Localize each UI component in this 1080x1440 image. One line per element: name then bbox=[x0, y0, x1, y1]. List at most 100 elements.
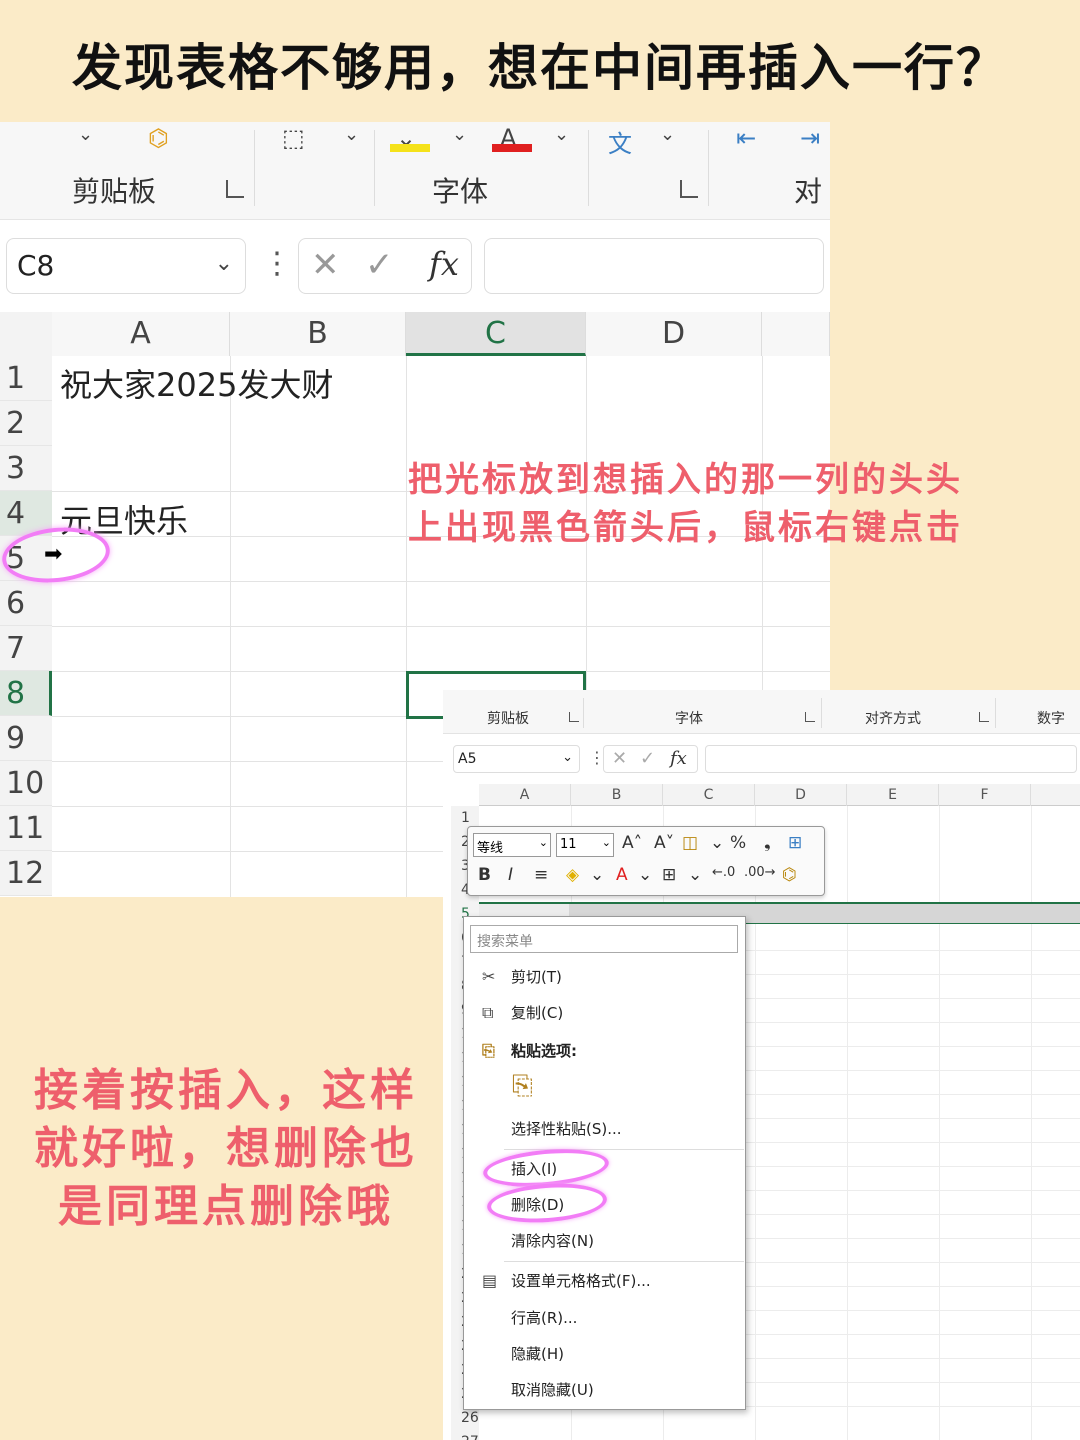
row-header-10[interactable]: 10 bbox=[0, 761, 52, 806]
row-header-6[interactable]: 6 bbox=[0, 581, 52, 626]
select-all-corner[interactable] bbox=[0, 312, 52, 356]
border-icon[interactable]: ⬚ bbox=[282, 124, 305, 152]
enter-icon[interactable]: ✓ bbox=[365, 245, 394, 285]
column-header-d[interactable]: D bbox=[755, 784, 847, 806]
column-header-c[interactable]: C bbox=[406, 312, 586, 356]
chevron-down-icon[interactable]: ⌄ bbox=[344, 124, 359, 145]
fill-color-icon[interactable]: ◈ bbox=[566, 865, 579, 885]
phonetic-icon[interactable]: 文 bbox=[608, 124, 632, 159]
menu-item-label: 粘贴选项: bbox=[511, 1042, 577, 1060]
dialog-launcher-icon[interactable] bbox=[805, 712, 815, 722]
ribbon-group-font: 字体 bbox=[432, 175, 489, 208]
name-box[interactable]: C8 ⌄ bbox=[6, 238, 246, 294]
percent-icon[interactable]: % bbox=[730, 833, 746, 853]
row-header-7[interactable]: 7 bbox=[0, 626, 52, 671]
chevron-down-icon[interactable]: ⌄ bbox=[554, 124, 569, 145]
increase-indent-icon[interactable]: ⇥ bbox=[800, 124, 820, 152]
mini-toolbar: 等线 ⌄ 11 ⌄ A˄ A˅ ◫ ⌄ % ❟ ⊞ B I ≡ ◈ ⌄ A ⌄ … bbox=[467, 826, 825, 896]
comma-style-icon[interactable]: ❟ bbox=[764, 833, 771, 853]
more-icon[interactable]: ⋮ bbox=[262, 246, 292, 281]
merge-center-icon[interactable]: ⊞ bbox=[788, 833, 802, 853]
decrease-decimal-icon[interactable]: .00→ bbox=[744, 865, 776, 880]
row-header-1[interactable]: 1 bbox=[461, 810, 470, 826]
cancel-icon[interactable]: ✕ bbox=[311, 245, 340, 285]
chevron-down-icon[interactable]: ⌄ bbox=[660, 124, 675, 145]
italic-icon[interactable]: I bbox=[508, 865, 513, 885]
name-box[interactable]: A5 ⌄ bbox=[453, 745, 580, 773]
font-color-icon[interactable]: A bbox=[616, 865, 628, 885]
ribbon-group-alignment: 对齐方式 bbox=[865, 711, 921, 727]
menu-item-unhide[interactable]: 取消隐藏(U) bbox=[464, 1375, 747, 1405]
row-header-3[interactable]: 3 bbox=[0, 446, 52, 491]
column-header-b[interactable]: B bbox=[571, 784, 663, 806]
increase-decimal-icon[interactable]: ←.0 bbox=[712, 865, 735, 880]
bold-icon[interactable]: B bbox=[478, 865, 491, 885]
chevron-down-icon[interactable]: ⌄ bbox=[688, 865, 702, 885]
row-header-9[interactable]: 9 bbox=[0, 716, 52, 761]
align-center-icon[interactable]: ≡ bbox=[534, 865, 548, 885]
decrease-indent-icon[interactable]: ⇤ bbox=[736, 124, 756, 152]
menu-item-row-height[interactable]: 行高(R)... bbox=[464, 1303, 747, 1333]
column-header-e[interactable]: E bbox=[847, 784, 939, 806]
enter-icon[interactable]: ✓ bbox=[640, 748, 655, 769]
instruction-note-bottom: 接着按插入，这样 就好啦，想删除也 是同理点删除哦 bbox=[20, 1062, 432, 1236]
menu-item-clear-contents[interactable]: 清除内容(N) bbox=[464, 1226, 747, 1256]
menu-item-copy[interactable]: ⧉ 复制(C) bbox=[464, 998, 747, 1028]
column-header-b[interactable]: B bbox=[230, 312, 406, 356]
chevron-down-icon[interactable]: ⌄ bbox=[78, 124, 93, 145]
menu-item-hide[interactable]: 隐藏(H) bbox=[464, 1339, 747, 1369]
cell-a1[interactable]: 祝大家2025发大财 bbox=[60, 360, 333, 406]
column-header-a[interactable]: A bbox=[52, 312, 230, 356]
insert-function-button[interactable]: fx bbox=[429, 245, 459, 283]
chevron-down-icon[interactable]: ⌄ bbox=[562, 750, 573, 765]
chevron-down-icon[interactable]: ⌄ bbox=[602, 836, 611, 849]
menu-item-label: 隐藏(H) bbox=[511, 1345, 564, 1363]
ribbon-group-clipboard: 剪贴板 bbox=[487, 711, 529, 727]
font-size-select[interactable]: 11 ⌄ bbox=[556, 833, 614, 857]
increase-font-size-icon[interactable]: A˄ bbox=[622, 833, 642, 853]
dialog-launcher-icon[interactable] bbox=[979, 712, 989, 722]
formula-bar[interactable] bbox=[484, 238, 824, 294]
dialog-launcher-icon[interactable] bbox=[226, 180, 244, 198]
column-header-f[interactable]: F bbox=[939, 784, 1031, 806]
insert-function-button[interactable]: fx bbox=[670, 748, 687, 769]
chevron-down-icon[interactable]: ⌄ bbox=[539, 836, 548, 849]
ribbon-group-font: 字体 bbox=[675, 711, 703, 727]
menu-item-cut[interactable]: ✂ 剪切(T) bbox=[464, 962, 747, 992]
formula-bar[interactable] bbox=[705, 745, 1077, 773]
formula-buttons: ✕ ✓ fx bbox=[603, 745, 698, 773]
format-painter-icon[interactable]: ⌬ bbox=[782, 865, 797, 885]
decrease-font-size-icon[interactable]: A˅ bbox=[654, 833, 674, 853]
cancel-icon[interactable]: ✕ bbox=[612, 748, 627, 769]
paste-clipboard-icon[interactable]: ⎘ bbox=[512, 1071, 533, 1102]
font-name-select[interactable]: 等线 ⌄ bbox=[473, 833, 551, 857]
border-icon[interactable]: ⊞ bbox=[662, 865, 676, 885]
menu-item-label: 取消隐藏(U) bbox=[511, 1381, 594, 1399]
dialog-launcher-icon[interactable] bbox=[680, 180, 698, 198]
chevron-down-icon[interactable]: ⌄ bbox=[710, 833, 724, 853]
menu-item-format-cells[interactable]: ▤ 设置单元格格式(F)... bbox=[464, 1266, 747, 1296]
row-header-26[interactable]: 26 bbox=[461, 1410, 479, 1426]
clipboard-icon: ⎘ bbox=[482, 1041, 495, 1060]
column-header-c[interactable]: C bbox=[663, 784, 755, 806]
row-header-11[interactable]: 11 bbox=[0, 806, 52, 851]
row-header-8[interactable]: 8 bbox=[0, 671, 52, 716]
format-painter-icon[interactable]: ⌬ bbox=[148, 124, 169, 152]
chevron-down-icon[interactable]: ⌄ bbox=[638, 865, 652, 885]
chevron-down-icon[interactable]: ⌄ bbox=[452, 124, 467, 145]
column-header-e[interactable] bbox=[762, 312, 830, 356]
dialog-launcher-icon[interactable] bbox=[569, 712, 579, 722]
chevron-down-icon[interactable]: ⌄ bbox=[215, 251, 233, 276]
column-header-d[interactable]: D bbox=[586, 312, 762, 356]
row-header-2[interactable]: 2 bbox=[0, 401, 52, 446]
chevron-down-icon[interactable]: ⌄ bbox=[590, 865, 604, 885]
row-header-12[interactable]: 12 bbox=[0, 851, 52, 896]
row-header-27[interactable]: 27 bbox=[461, 1434, 479, 1440]
row-header-1[interactable]: 1 bbox=[0, 356, 52, 401]
menu-item-label: 剪切(T) bbox=[511, 968, 562, 986]
menu-item-paste-special[interactable]: 选择性粘贴(S)... bbox=[464, 1114, 747, 1144]
number-format-icon[interactable]: ◫ bbox=[682, 833, 698, 853]
column-header-a[interactable]: A bbox=[479, 784, 571, 806]
menu-item-label: 选择性粘贴(S)... bbox=[511, 1120, 622, 1138]
menu-search-input[interactable]: 搜索菜单 bbox=[470, 925, 738, 953]
